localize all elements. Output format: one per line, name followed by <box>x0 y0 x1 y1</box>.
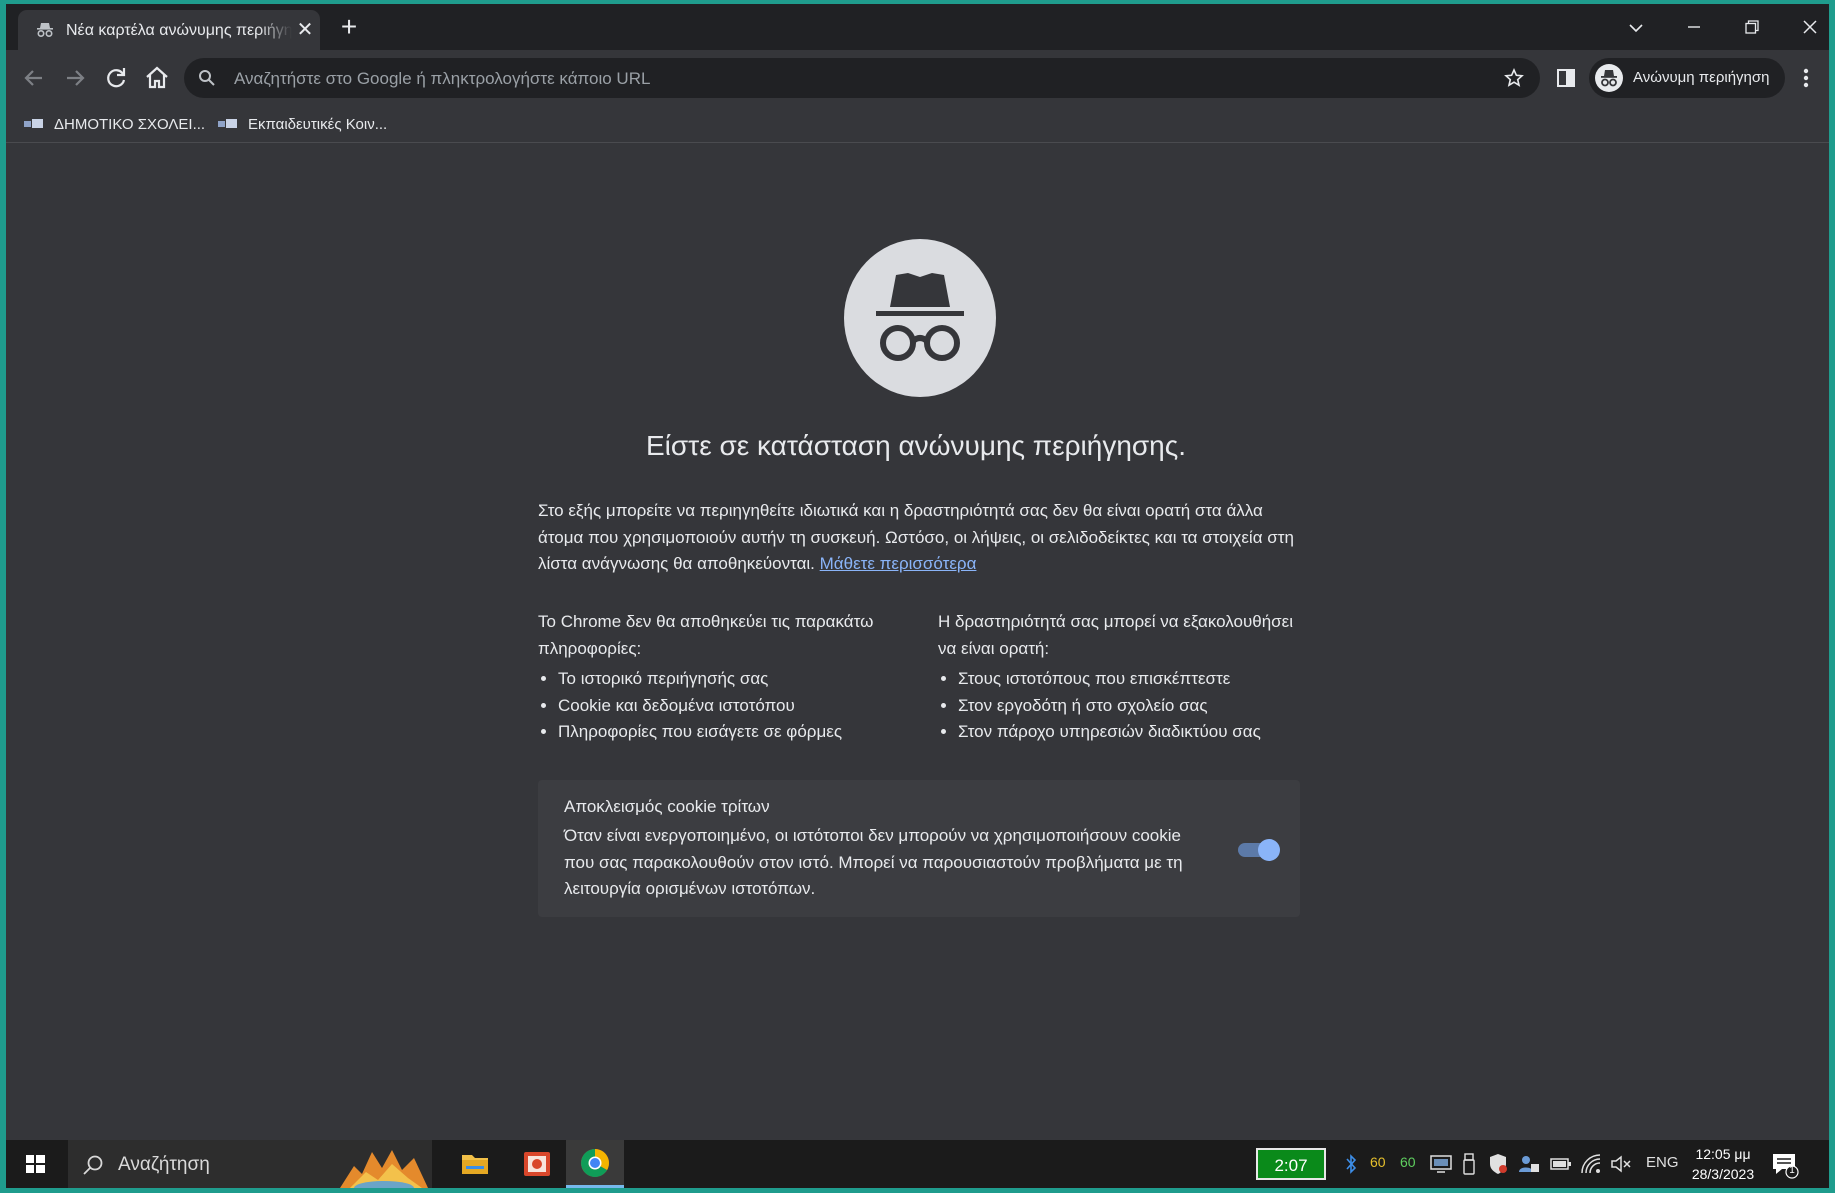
chrome-icon <box>581 1149 609 1177</box>
taskbar-search-placeholder: Αναζήτηση <box>118 1154 210 1175</box>
tray-value[interactable]: 60 <box>1370 1154 1386 1170</box>
address-bar[interactable] <box>184 58 1540 98</box>
home-button[interactable] <box>141 62 173 94</box>
incognito-icon <box>37 23 53 38</box>
block-third-party-cookies-toggle[interactable] <box>1238 839 1280 861</box>
chrome-taskbar-button[interactable] <box>566 1140 624 1188</box>
may-be-visible-list: Στους ιστοτόπους που επισκέπτεστε Στον ε… <box>938 666 1310 746</box>
incognito-avatar <box>1595 64 1623 92</box>
toggle-knob <box>1258 839 1280 861</box>
taskbar: Αναζήτηση 2:07 60 60 ENG 12:05 μμ 28/3/2… <box>6 1140 1829 1188</box>
home-icon <box>146 66 168 89</box>
profile-label: Ανώνυμη περιήγηση <box>1633 69 1770 86</box>
tab-incognito-new-tab[interactable]: Νέα καρτέλα ανώνυμης περιήγησης ✕ <box>18 10 320 50</box>
bookmark-item[interactable]: Εκπαιδευτικές Κοιν... <box>218 106 387 142</box>
not-saved-list: Το ιστορικό περιήγησής σας Cookie και δε… <box>538 666 910 746</box>
list-item: Το ιστορικό περιήγησής σας <box>558 666 910 693</box>
not-saved-title: Το Chrome δεν θα αποθηκεύει τις παρακάτω… <box>538 612 874 658</box>
tray-value[interactable]: 60 <box>1400 1154 1416 1170</box>
incognito-profile-chip[interactable]: Ανώνυμη περιήγηση <box>1589 58 1785 98</box>
reload-button[interactable] <box>100 62 132 94</box>
network-user-icon[interactable] <box>1518 1154 1540 1174</box>
search-highlight-illustration-icon <box>340 1150 428 1188</box>
notification-count: 1 <box>1789 1165 1795 1176</box>
windows-logo-icon <box>26 1155 45 1173</box>
cookie-card-title: Αποκλεισμός cookie τρίτων <box>564 797 770 816</box>
list-item: Cookie και δεδομένα ιστοτόπου <box>558 693 910 720</box>
bookmarks-bar: ΔΗΜΟΤΙΚΟ ΣΧΟΛΕΙ... Εκπαιδευτικές Κοιν... <box>6 106 1829 143</box>
list-item: Πληροφορίες που εισάγετε σε φόρμες <box>558 719 910 746</box>
tab-search-chevron-icon[interactable] <box>1616 12 1656 42</box>
forward-button[interactable] <box>59 62 91 94</box>
bookmark-favicon-icon <box>24 119 43 128</box>
folder-icon <box>462 1155 488 1174</box>
incognito-icon <box>876 273 964 361</box>
minimize-button[interactable] <box>1674 12 1714 42</box>
bluetooth-icon[interactable] <box>1344 1154 1358 1174</box>
security-shield-icon[interactable] <box>1488 1153 1508 1175</box>
tab-title: Νέα καρτέλα ανώνυμης περιήγησης <box>66 22 292 39</box>
omnibox-input[interactable] <box>232 64 1436 94</box>
incognito-illustration <box>844 239 996 397</box>
new-tab-button[interactable]: + <box>336 13 362 41</box>
speaker-muted-icon[interactable] <box>1610 1154 1632 1174</box>
close-window-button[interactable] <box>1790 12 1829 42</box>
forward-arrow-icon <box>67 70 85 86</box>
restore-button[interactable] <box>1732 12 1772 42</box>
back-button[interactable] <box>18 62 50 94</box>
may-be-visible-column: Η δραστηριότητά σας μπορεί να εξακολουθή… <box>938 609 1310 746</box>
search-icon <box>83 1155 103 1175</box>
cookie-card-description: Όταν είναι ενεργοποιημένο, οι ιστότοποι … <box>564 826 1183 898</box>
learn-more-link[interactable]: Μάθετε περισσότερα <box>820 554 977 573</box>
intro-paragraph: Στο εξής μπορείτε να περιηγηθείτε ιδιωτι… <box>538 498 1308 578</box>
action-center-button[interactable]: 1 <box>1770 1150 1800 1180</box>
presentation-app-icon <box>524 1152 550 1176</box>
browser-window: Νέα καρτέλα ανώνυμης περιήγησης ✕ + <box>6 4 1829 1140</box>
tab-strip: Νέα καρτέλα ανώνυμης περιήγησης ✕ + <box>6 4 1829 50</box>
third-party-cookie-card: Αποκλεισμός cookie τρίτων Όταν είναι ενε… <box>538 780 1300 917</box>
page-title: Είστε σε κατάσταση ανώνυμης περιήγησης. <box>645 430 1187 461</box>
battery-icon[interactable] <box>1550 1156 1572 1172</box>
reload-icon <box>107 68 126 88</box>
search-icon <box>199 70 215 86</box>
menu-kebab-icon[interactable] <box>1796 64 1816 92</box>
side-panel-icon[interactable] <box>1556 68 1576 88</box>
may-be-visible-title: Η δραστηριότητά σας μπορεί να εξακολουθή… <box>938 612 1293 658</box>
incognito-new-tab-page: Είστε σε κατάσταση ανώνυμης περιήγησης. … <box>6 143 1829 1140</box>
wifi-icon[interactable] <box>1580 1153 1602 1175</box>
presentation-app-taskbar-button[interactable] <box>510 1140 564 1188</box>
file-explorer-taskbar-button[interactable] <box>448 1140 502 1188</box>
bookmark-label: Εκπαιδευτικές Κοιν... <box>248 115 388 133</box>
system-clock[interactable]: 12:05 μμ 28/3/2023 <box>1688 1144 1758 1184</box>
list-item: Στον πάροχο υπηρεσιών διαδικτύου σας <box>958 719 1310 746</box>
taskbar-search-box[interactable]: Αναζήτηση <box>68 1140 432 1188</box>
list-item: Στους ιστοτόπους που επισκέπτεστε <box>958 666 1310 693</box>
input-language-indicator[interactable]: ENG <box>1646 1154 1679 1171</box>
incognito-icon <box>1601 70 1617 87</box>
clock-time: 12:05 μμ <box>1695 1146 1751 1162</box>
back-arrow-icon <box>24 70 42 86</box>
not-saved-column: Το Chrome δεν θα αποθηκεύει τις παρακάτω… <box>538 609 910 746</box>
close-icon[interactable]: ✕ <box>296 20 314 40</box>
bookmark-label: ΔΗΜΟΤΙΚΟ ΣΧΟΛΕΙ... <box>54 115 206 133</box>
bookmark-star-icon[interactable] <box>1504 68 1524 88</box>
usb-drive-icon[interactable] <box>1462 1153 1476 1175</box>
bookmark-item[interactable]: ΔΗΜΟΤΙΚΟ ΣΧΟΛΕΙ... <box>24 106 205 142</box>
bookmark-favicon-icon <box>218 119 237 128</box>
list-item: Στον εργοδότη ή στο σχολείο σας <box>958 693 1310 720</box>
battery-timer-widget[interactable]: 2:07 <box>1256 1148 1326 1180</box>
monitor-icon[interactable] <box>1430 1154 1452 1174</box>
clock-date: 28/3/2023 <box>1691 1166 1755 1182</box>
start-button[interactable] <box>6 1140 64 1188</box>
toolbar: Ανώνυμη περιήγηση <box>6 50 1829 106</box>
